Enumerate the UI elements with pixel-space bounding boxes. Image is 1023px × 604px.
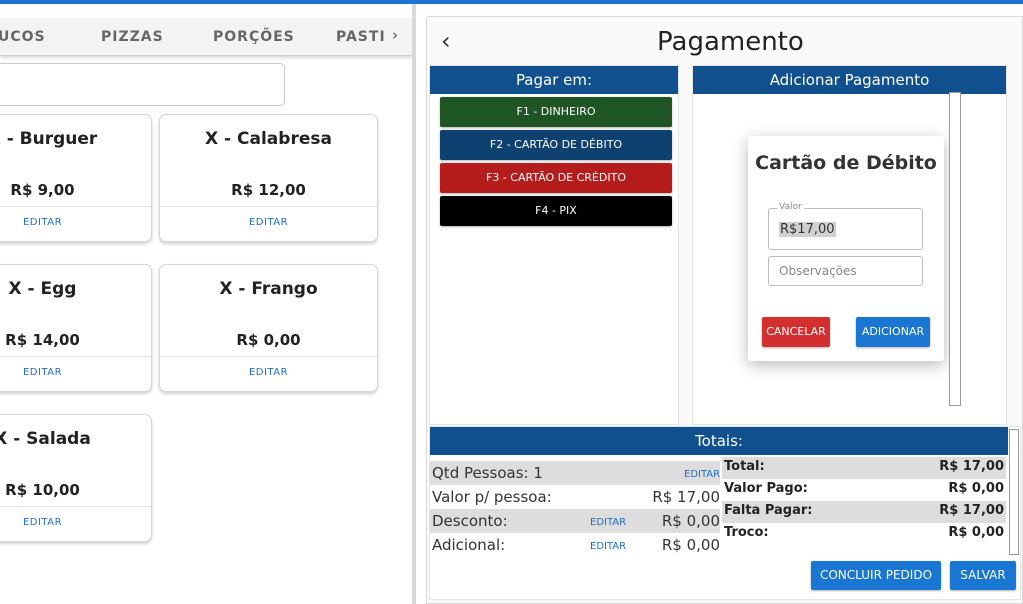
credit-card-payment-button[interactable]: F3 - CARTÃO DE CRÉDITO <box>440 163 672 193</box>
change-label: Troco: <box>724 525 769 540</box>
save-button[interactable]: SALVAR <box>950 561 1016 590</box>
product-name: X - Calabresa <box>205 129 332 149</box>
summary-remaining-row: Falta Pagar: R$ 17,00 <box>722 501 1006 523</box>
edit-product-button[interactable]: EDITAR <box>160 217 377 228</box>
remaining-label: Falta Pagar: <box>724 503 813 518</box>
divider <box>0 506 151 507</box>
dialog-scrollbar[interactable] <box>949 92 961 406</box>
pay-in-header: Pagar em: <box>430 66 678 94</box>
product-price: R$ 14,00 <box>5 331 80 349</box>
pix-payment-button[interactable]: F4 - PIX <box>440 196 672 226</box>
divider <box>160 356 377 357</box>
product-name: X - Frango <box>219 279 318 299</box>
discount-label: Desconto: <box>432 512 508 530</box>
app-root: UCOS PIZZAS PORÇÕES PASTI › X - Burguer … <box>0 0 1023 604</box>
pay-in-section: Pagar em: F1 - DINHEIRO F2 - CARTÃO DE D… <box>429 65 679 425</box>
edit-discount-button[interactable]: EDITAR <box>590 517 626 528</box>
edit-additional-button[interactable]: EDITAR <box>590 541 626 552</box>
dialog-title: Cartão de Débito <box>755 152 937 174</box>
product-card[interactable]: X - Calabresa R$ 12,00 EDITAR <box>159 114 378 242</box>
per-person-row: Valor p/ pessoa: R$ 17,00 <box>430 485 720 509</box>
discount-row: Desconto: EDITAR R$ 0,00 <box>430 509 720 533</box>
edit-product-button[interactable]: EDITAR <box>0 217 151 228</box>
add-payment-section: Adicionar Pagamento Cartão de Débito Val… <box>692 65 1007 425</box>
product-price: R$ 12,00 <box>231 181 306 199</box>
summary-change-row: Troco: R$ 0,00 <box>722 523 1006 545</box>
edit-product-button[interactable]: EDITAR <box>160 367 377 378</box>
remaining-value: R$ 17,00 <box>939 503 1004 518</box>
notes-field-placeholder: Observações <box>779 264 857 278</box>
divider <box>0 356 151 357</box>
summary-total-row: Total: R$ 17,00 <box>722 457 1006 479</box>
totals-scrollbar[interactable] <box>1009 429 1019 555</box>
edit-people-button[interactable]: EDITAR <box>684 469 720 480</box>
paid-label: Valor Pago: <box>724 481 808 496</box>
product-price: R$ 0,00 <box>236 331 301 349</box>
tab-lanches[interactable]: UCOS <box>0 29 46 45</box>
debit-card-dialog: Cartão de Débito Valor R$17,00 Observaçõ… <box>748 136 944 361</box>
divider <box>160 206 377 207</box>
add-payment-header: Adicionar Pagamento <box>693 66 1006 94</box>
product-card[interactable]: X - Burguer R$ 9,00 EDITAR <box>0 114 152 242</box>
edit-product-button[interactable]: EDITAR <box>0 517 151 528</box>
additional-label: Adicional: <box>432 536 506 554</box>
page-title: Pagamento <box>657 27 804 57</box>
notes-field[interactable]: Observações <box>768 256 923 286</box>
per-person-value: R$ 17,00 <box>652 488 720 506</box>
chevron-right-icon[interactable]: › <box>392 26 398 44</box>
value-field-input[interactable]: R$17,00 <box>779 222 836 237</box>
value-field-label: Valor <box>777 202 804 212</box>
conclude-order-button[interactable]: CONCLUIR PEDIDO <box>811 561 941 590</box>
value-field[interactable]: Valor R$17,00 <box>768 202 923 250</box>
tab-pizzas[interactable]: PIZZAS <box>101 29 164 45</box>
people-row: Qtd Pessoas: 1 EDITAR <box>430 461 720 485</box>
product-price: R$ 9,00 <box>10 181 75 199</box>
product-card[interactable]: X - Salada R$ 10,00 EDITAR <box>0 414 152 542</box>
additional-value: R$ 0,00 <box>661 536 720 554</box>
product-card[interactable]: X - Frango R$ 0,00 EDITAR <box>159 264 378 392</box>
per-person-label: Valor p/ pessoa: <box>432 488 552 506</box>
product-name: X - Egg <box>8 279 77 299</box>
product-price: R$ 10,00 <box>5 481 80 499</box>
total-label: Total: <box>724 459 765 474</box>
edit-product-button[interactable]: EDITAR <box>0 367 151 378</box>
discount-value: R$ 0,00 <box>661 512 720 530</box>
cancel-button[interactable]: CANCELAR <box>762 317 830 347</box>
panel-divider <box>412 4 416 604</box>
divider <box>0 206 151 207</box>
people-label: Qtd Pessoas: 1 <box>432 464 543 482</box>
search-input[interactable] <box>0 63 285 106</box>
product-name: X - Burguer <box>0 129 98 149</box>
back-arrow-icon[interactable]: ‹ <box>441 27 451 55</box>
add-button[interactable]: ADICIONAR <box>856 317 930 347</box>
additional-row: Adicional: EDITAR R$ 0,00 <box>430 533 720 557</box>
total-value: R$ 17,00 <box>939 459 1004 474</box>
product-name: X - Salada <box>0 429 91 449</box>
summary-paid-row: Valor Pago: R$ 0,00 <box>722 479 1006 501</box>
product-panel: UCOS PIZZAS PORÇÕES PASTI › X - Burguer … <box>0 4 414 604</box>
totals-header: Totais: <box>430 427 1008 455</box>
tab-porcoes[interactable]: PORÇÕES <box>213 29 295 45</box>
payment-panel: ‹ Pagamento Pagar em: F1 - DINHEIRO F2 -… <box>426 16 1023 604</box>
change-value: R$ 0,00 <box>948 525 1004 540</box>
tab-pastis[interactable]: PASTI <box>336 29 386 45</box>
debit-card-payment-button[interactable]: F2 - CARTÃO DE DÉBITO <box>440 130 672 160</box>
category-tabs: UCOS PIZZAS PORÇÕES PASTI › <box>0 18 412 56</box>
paid-value: R$ 0,00 <box>948 481 1004 496</box>
cash-payment-button[interactable]: F1 - DINHEIRO <box>440 97 672 127</box>
product-card[interactable]: X - Egg R$ 14,00 EDITAR <box>0 264 152 392</box>
